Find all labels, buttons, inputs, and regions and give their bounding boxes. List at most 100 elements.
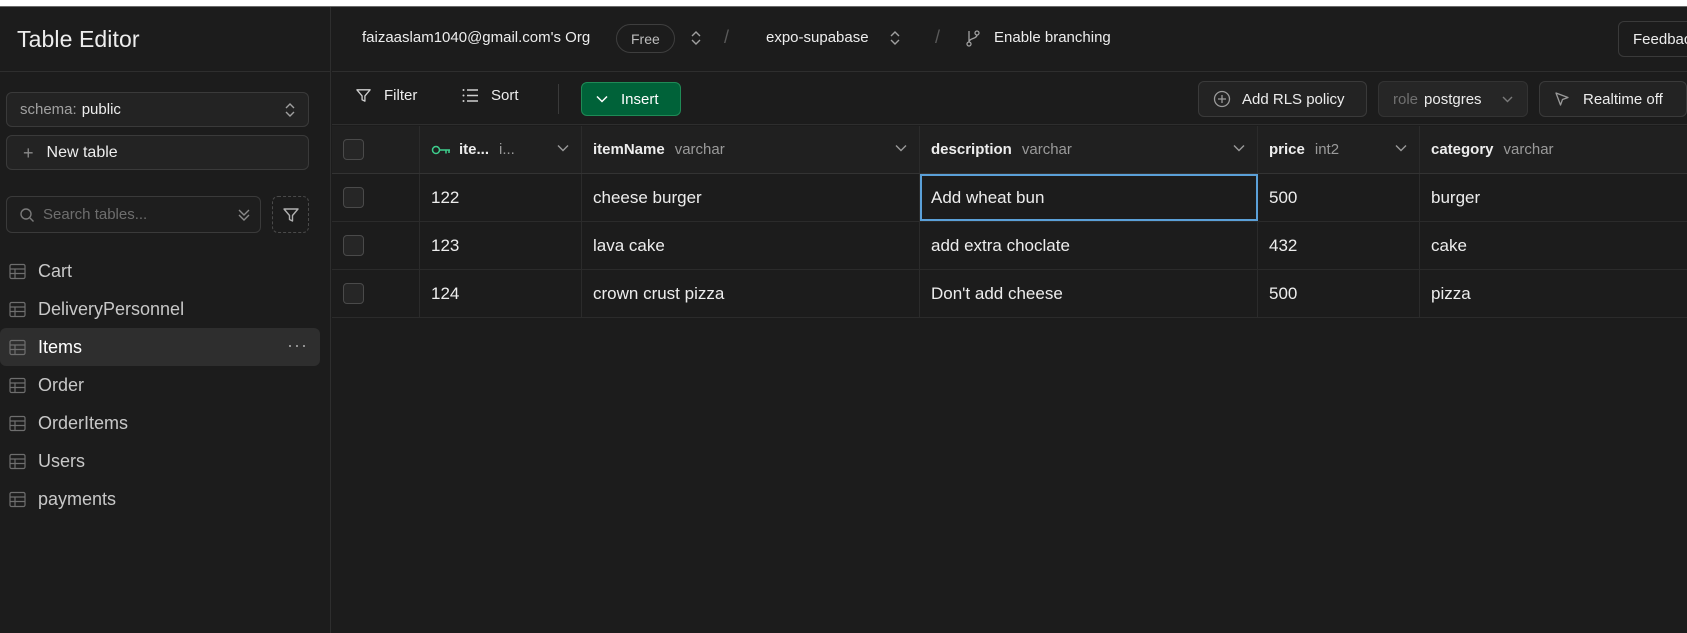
chevron-down-icon[interactable] <box>1233 144 1245 152</box>
select-all-checkbox[interactable] <box>343 139 364 160</box>
table-icon <box>9 453 26 469</box>
role-label: role <box>1393 90 1419 108</box>
role-select[interactable]: role postgres <box>1378 81 1528 117</box>
column-header-description[interactable]: description varchar <box>920 126 1258 173</box>
row-select-cell <box>332 270 420 317</box>
table-icon <box>9 415 26 431</box>
row-select-cell <box>332 174 420 221</box>
table-cell[interactable]: Add wheat bun <box>920 174 1258 221</box>
table-cell[interactable]: crown crust pizza <box>582 270 920 317</box>
chevron-down-icon[interactable] <box>895 144 907 152</box>
cell-value: 124 <box>431 283 460 303</box>
list-icon <box>462 89 478 102</box>
table-cell[interactable]: cake <box>1420 222 1687 269</box>
table-icon <box>9 377 26 393</box>
cell-value: Don't add cheese <box>931 283 1063 303</box>
column-header-id[interactable]: ite... i... <box>420 126 582 173</box>
breadcrumb-project[interactable]: expo-supabase <box>766 29 869 46</box>
row-select-cell <box>332 222 420 269</box>
table-name: Cart <box>38 260 73 281</box>
toolbar-divider <box>558 84 559 114</box>
select-all-cell <box>332 126 420 173</box>
schema-value: public <box>81 101 121 118</box>
sidebar-table-item[interactable]: Order <box>0 366 320 404</box>
table-cell[interactable]: add extra choclate <box>920 222 1258 269</box>
table-cell[interactable]: 124 <box>420 270 582 317</box>
project-switch-icon[interactable] <box>890 29 900 47</box>
add-rls-policy-button[interactable]: Add RLS policy <box>1198 81 1367 117</box>
table-cell[interactable]: 432 <box>1258 222 1420 269</box>
table-row: 124 crown crust pizza Don't add cheese 500 p… <box>332 270 1687 318</box>
new-table-label: New table <box>46 143 118 161</box>
enable-branching-button[interactable]: Enable branching <box>994 29 1111 46</box>
sidebar-table-item[interactable]: Cart <box>0 252 320 290</box>
row-checkbox[interactable] <box>343 283 364 304</box>
realtime-toggle-button[interactable]: Realtime off <box>1539 81 1687 117</box>
table-icon <box>9 301 26 317</box>
column-type: varchar <box>1021 141 1072 158</box>
cell-value: 500 <box>1269 187 1298 207</box>
row-checkbox[interactable] <box>343 235 364 256</box>
chevron-updown-icon <box>285 103 295 117</box>
table-name: Users <box>38 450 86 471</box>
chevron-down-icon[interactable] <box>1395 144 1407 152</box>
feedback-button[interactable]: Feedback <box>1618 21 1687 57</box>
table-toolbar: Filter Sort Insert Add RLS policy role p… <box>332 73 1687 125</box>
breadcrumb-org[interactable]: faizaaslam1040@gmail.com's Org <box>362 29 590 46</box>
schema-select[interactable]: schema: public <box>6 92 309 127</box>
grid-header-row: ite... i... itemName varchar description… <box>332 126 1687 174</box>
cell-value: crown crust pizza <box>593 283 725 303</box>
table-cell[interactable]: 122 <box>420 174 582 221</box>
column-header-price[interactable]: price int2 <box>1258 126 1420 173</box>
table-icon <box>9 339 26 355</box>
row-checkbox[interactable] <box>343 187 364 208</box>
data-grid: ite... i... itemName varchar description… <box>332 126 1687 318</box>
table-icon <box>9 491 26 507</box>
table-cell[interactable]: Don't add cheese <box>920 270 1258 317</box>
filter-tables-button[interactable] <box>272 196 309 233</box>
search-tables <box>6 196 261 233</box>
org-switch-icon[interactable] <box>691 29 701 47</box>
cell-value: burger <box>1431 187 1481 207</box>
filter-button[interactable]: Filter <box>355 87 417 104</box>
filter-icon <box>282 207 299 222</box>
more-options-icon[interactable]: ··· <box>287 336 308 354</box>
sort-label: Sort <box>491 87 519 104</box>
top-bar: faizaaslam1040@gmail.com's Org Free / ex… <box>332 7 1687 72</box>
table-cell[interactable]: pizza <box>1420 270 1687 317</box>
column-header-itemname[interactable]: itemName varchar <box>582 126 920 173</box>
table-cell[interactable]: burger <box>1420 174 1687 221</box>
cell-value: pizza <box>1431 283 1471 303</box>
insert-button[interactable]: Insert <box>581 82 681 116</box>
realtime-label: Realtime off <box>1583 90 1663 108</box>
add-rls-label: Add RLS policy <box>1242 90 1345 108</box>
sidebar: Table Editor schema: public + New table … <box>0 7 331 633</box>
sidebar-table-item[interactable]: payments <box>0 480 320 518</box>
chevron-down-icon[interactable] <box>557 144 569 152</box>
window-top-edge <box>0 0 1687 7</box>
breadcrumb-separator: / <box>935 27 941 47</box>
column-header-category[interactable]: category varchar <box>1420 126 1687 173</box>
chevrons-down-icon[interactable] <box>237 207 251 223</box>
plus-circle-icon <box>1213 90 1231 108</box>
table-cell[interactable]: cheese burger <box>582 174 920 221</box>
search-icon <box>20 208 34 222</box>
table-cell[interactable]: lava cake <box>582 222 920 269</box>
table-cell[interactable]: 500 <box>1258 174 1420 221</box>
column-name: itemName <box>593 141 665 158</box>
cell-value: 432 <box>1269 235 1298 255</box>
cell-value: cake <box>1431 235 1467 255</box>
table-cell[interactable]: 500 <box>1258 270 1420 317</box>
sort-button[interactable]: Sort <box>462 87 519 104</box>
table-row: 123 lava cake add extra choclate 432 cake <box>332 222 1687 270</box>
sidebar-table-item[interactable]: OrderItems <box>0 404 320 442</box>
sidebar-table-item[interactable]: Users <box>0 442 320 480</box>
sidebar-table-item[interactable]: DeliveryPersonnel <box>0 290 320 328</box>
table-cell[interactable]: 123 <box>420 222 582 269</box>
new-table-button[interactable]: + New table <box>6 135 309 170</box>
column-name: category <box>1431 141 1494 158</box>
search-input[interactable] <box>43 206 223 223</box>
cell-value: cheese burger <box>593 187 702 207</box>
column-name: ite... <box>459 141 490 158</box>
sidebar-table-item[interactable]: Items ··· <box>0 328 320 366</box>
